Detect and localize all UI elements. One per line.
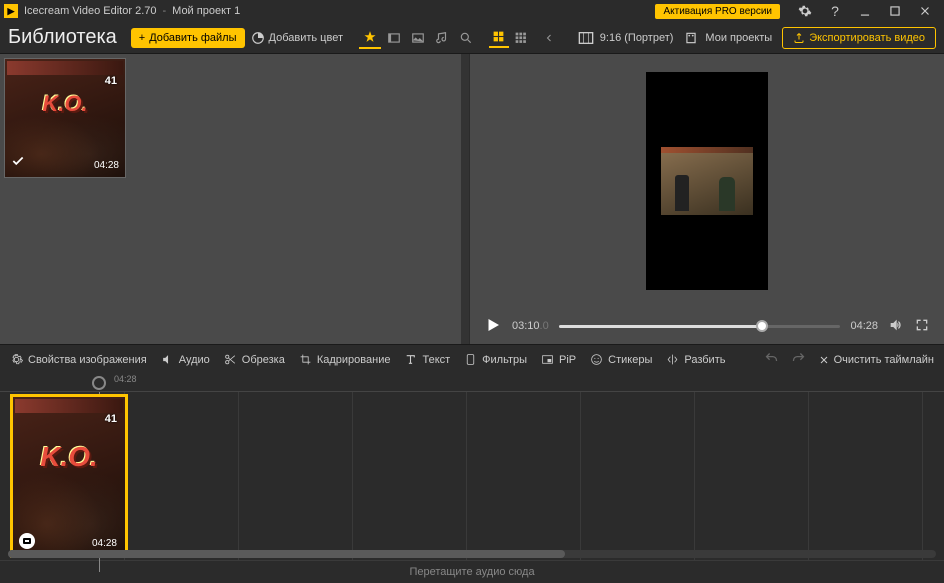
fullscreen-icon[interactable] [914, 317, 930, 336]
check-icon [11, 154, 25, 171]
search-icon[interactable] [455, 27, 477, 49]
scrollbar-thumb[interactable] [8, 550, 565, 558]
export-label: Экспортировать видео [809, 32, 925, 44]
stickers-tool[interactable]: Стикеры [590, 353, 652, 366]
activate-pro-button[interactable]: Активация PRO версии [655, 4, 780, 19]
close-icon [818, 354, 830, 366]
minimize-button[interactable] [850, 0, 880, 22]
help-icon[interactable]: ? [820, 0, 850, 22]
library-item-duration: 04:28 [94, 160, 119, 171]
settings-icon[interactable] [790, 0, 820, 22]
library-scrollbar[interactable] [461, 54, 469, 344]
pip-tool[interactable]: PiP [541, 353, 576, 366]
filter-image-icon[interactable] [407, 27, 429, 49]
add-color-button[interactable]: Добавить цвет [245, 27, 349, 49]
volume-icon[interactable] [888, 317, 904, 336]
timeline: 04:28 41 K.O. 04:28 Перетащите аудио сюд… [0, 374, 944, 582]
progress-handle[interactable] [756, 320, 768, 332]
my-projects-label: Мои проекты [705, 32, 772, 44]
audio-drop-zone[interactable]: Перетащите аудио сюда [0, 560, 944, 582]
close-button[interactable] [910, 0, 940, 22]
undo-button[interactable] [764, 351, 779, 369]
add-files-button[interactable]: + Добавить файлы [131, 28, 245, 48]
filter-video-icon[interactable] [383, 27, 405, 49]
timeline-clip[interactable]: 41 K.O. 04:28 [10, 394, 128, 558]
aspect-ratio-button[interactable]: 9:16 (Портрет) [578, 31, 674, 45]
my-projects-button[interactable]: Мои проекты [683, 31, 772, 45]
clip-thumbnail: 41 K.O. [13, 397, 125, 555]
playhead[interactable] [92, 376, 106, 390]
total-time: 04:28 [850, 320, 878, 332]
progress-bar[interactable] [559, 325, 841, 328]
clip-type-badge [19, 533, 35, 549]
main-area: 41 K.O. 04:28 03:10.0 [0, 54, 944, 344]
player-controls: 03:10.0 04:28 [470, 308, 944, 344]
plus-icon: + [139, 32, 145, 44]
aspect-icon [578, 31, 594, 45]
redo-button[interactable] [791, 351, 806, 369]
progress-fill [559, 325, 762, 328]
add-files-label: Добавить файлы [149, 32, 236, 44]
export-icon [793, 32, 805, 44]
audio-tool[interactable]: Аудио [161, 353, 210, 366]
maximize-button[interactable] [880, 0, 910, 22]
library-item[interactable]: 41 K.O. 04:28 [4, 58, 126, 178]
crop-tool[interactable]: Кадрирование [299, 353, 391, 366]
title-separator: - [162, 5, 166, 17]
timeline-ruler[interactable]: 04:28 [0, 374, 944, 392]
game-score: 41 [105, 75, 117, 87]
timeline-scrollbar[interactable] [8, 550, 936, 558]
filter-favorites-icon[interactable] [359, 27, 381, 49]
view-large-grid-icon[interactable] [489, 28, 509, 48]
text-tool[interactable]: Текст [404, 353, 450, 366]
preview-panel: 03:10.0 04:28 [469, 54, 944, 344]
collapse-library-button[interactable] [537, 26, 561, 50]
main-toolbar: Библиотека + Добавить файлы Добавить цве… [0, 22, 944, 54]
app-icon: ▶ [4, 4, 18, 18]
preview-canvas [470, 54, 944, 308]
view-icons [489, 28, 531, 48]
view-small-grid-icon[interactable] [511, 28, 531, 48]
clear-timeline-button[interactable]: Очистить таймлайн [818, 354, 934, 366]
film-reel-icon [683, 31, 699, 45]
filter-icons [359, 27, 477, 49]
current-time: 03:10.0 [512, 320, 549, 332]
titlebar: ▶ Icecream Video Editor 2.70 - Мой проек… [0, 0, 944, 22]
export-button[interactable]: Экспортировать видео [782, 27, 936, 49]
image-properties-tool[interactable]: Свойства изображения [10, 353, 147, 366]
filter-audio-icon[interactable] [431, 27, 453, 49]
ruler-tick: 04:28 [114, 374, 137, 384]
library-title: Библиотека [8, 26, 117, 49]
filters-tool[interactable]: Фильтры [464, 353, 527, 366]
library-panel: 41 K.O. 04:28 [0, 54, 469, 344]
color-wheel-icon [251, 31, 265, 45]
trim-tool[interactable]: Обрезка [224, 353, 285, 366]
timeline-tracks[interactable]: 41 K.O. 04:28 [0, 392, 944, 560]
split-tool[interactable]: Разбить [666, 353, 725, 366]
add-color-label: Добавить цвет [269, 32, 343, 44]
edit-toolbar: Свойства изображения Аудио Обрезка Кадри… [0, 344, 944, 374]
app-name: Icecream Video Editor 2.70 [24, 5, 156, 17]
video-frame [646, 72, 768, 290]
play-button[interactable] [484, 316, 502, 337]
aspect-ratio-label: 9:16 (Портрет) [600, 32, 674, 44]
video-content [661, 147, 753, 215]
project-name: Мой проект 1 [172, 5, 240, 17]
clip-duration: 04:28 [92, 538, 117, 549]
